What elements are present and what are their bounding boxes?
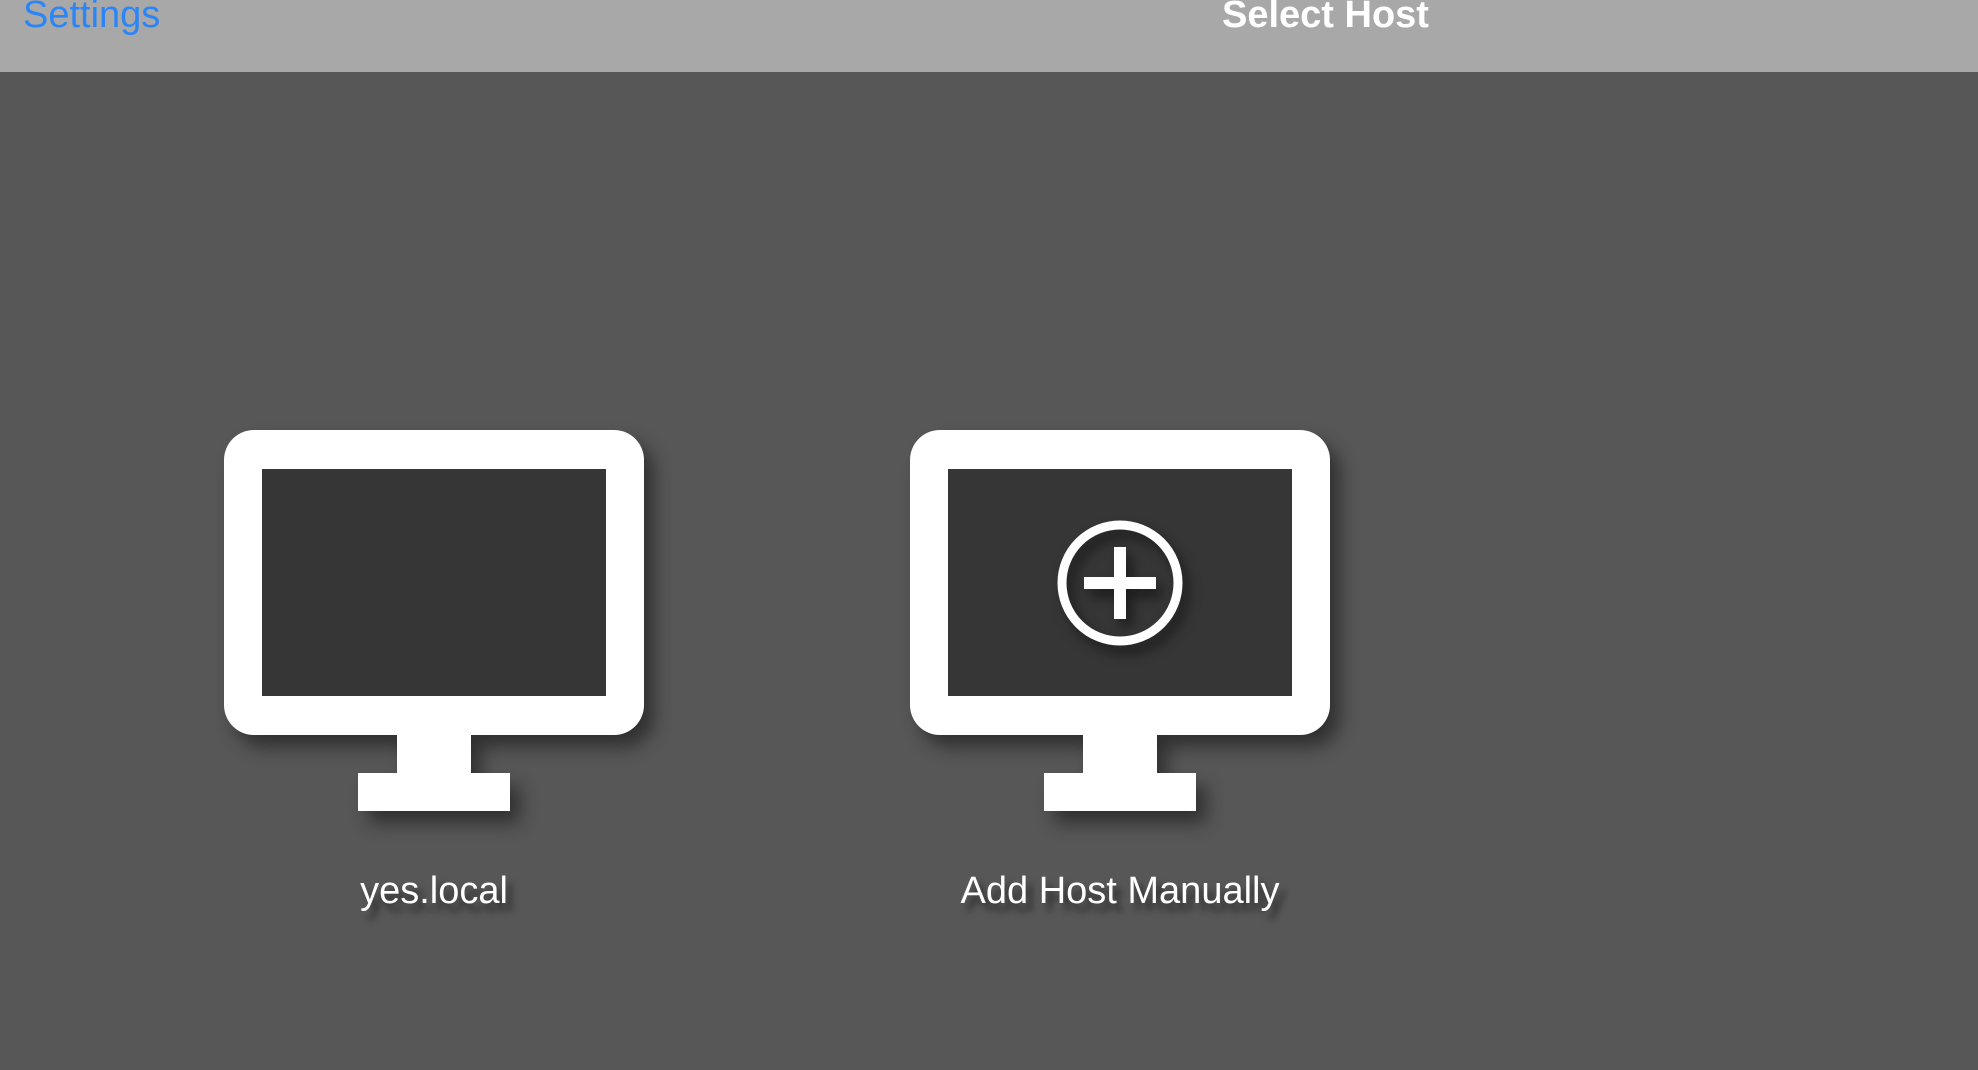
- host-label: Add Host Manually: [960, 870, 1280, 912]
- monitor-icon: [224, 430, 644, 811]
- settings-back-button[interactable]: Settings: [23, 0, 160, 38]
- host-label: yes.local: [360, 870, 508, 912]
- monitor-add-icon: [910, 430, 1330, 811]
- page-title: Select Host: [1222, 0, 1429, 36]
- navigation-bar: Settings Select Host: [0, 0, 1978, 72]
